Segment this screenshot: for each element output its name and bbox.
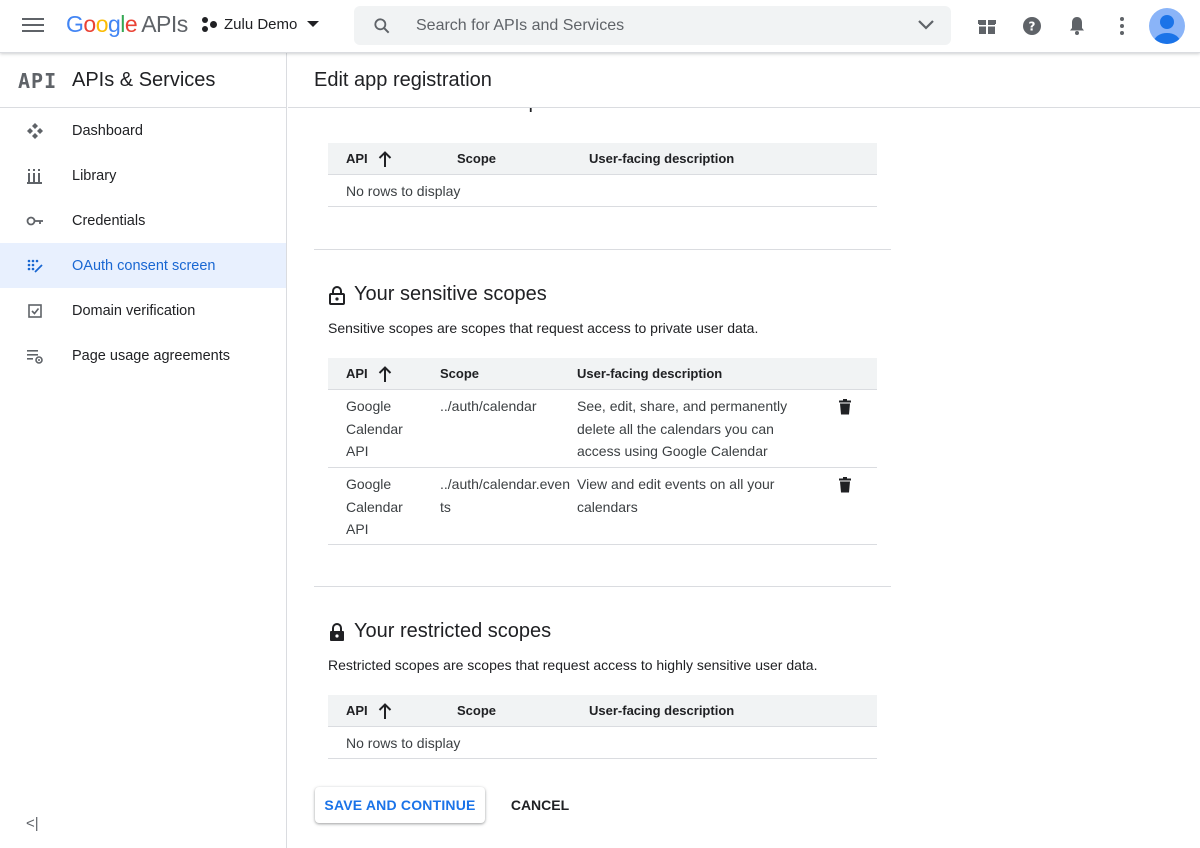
column-header-description: User-facing description [589, 703, 735, 718]
collapse-sidebar-button[interactable]: <| [26, 815, 39, 832]
non-sensitive-scopes-table: API Scope User-facing description No row… [328, 143, 877, 207]
sensitive-scopes-table: API Scope User-facing description Google… [328, 358, 877, 545]
search-input[interactable] [416, 6, 886, 45]
column-header-scope: Scope [457, 151, 497, 166]
sort-arrow-up-icon[interactable] [378, 702, 392, 720]
sidebar-item-label: OAuth consent screen [72, 257, 216, 274]
table-row: Google Calendar API ../auth/calendar.eve… [328, 468, 877, 545]
column-header-description: User-facing description [589, 151, 735, 166]
dashboard-icon [27, 123, 43, 139]
sensitive-scopes-description: Sensitive scopes are scopes that request… [328, 320, 759, 336]
google-apis-logo[interactable]: Google APIs [66, 11, 188, 38]
sidebar: API APIs & Services Dashboard Library Cr… [0, 53, 287, 848]
sort-arrow-up-icon[interactable] [378, 150, 392, 168]
avatar-person-icon [1154, 15, 1180, 44]
sidebar-header: API APIs & Services [0, 53, 286, 108]
table-header: API Scope User-facing description [328, 358, 877, 390]
cell-scope: ../auth/calendar [440, 398, 537, 414]
empty-message: No rows to display [346, 735, 461, 751]
empty-row: No rows to display [328, 175, 877, 207]
column-header-api[interactable]: API [346, 366, 368, 381]
empty-message: No rows to display [346, 183, 461, 199]
lock-open-icon [329, 285, 345, 305]
cell-api: Google Calendar API [346, 476, 403, 537]
restricted-scopes-section-title: Your restricted scopes [328, 620, 551, 643]
cell-api: Google Calendar API [346, 398, 403, 459]
page-header: Edit app registration [288, 53, 1200, 108]
table-header: API Scope User-facing description [328, 695, 877, 727]
more-vert-icon[interactable] [1110, 14, 1134, 38]
notifications-icon[interactable] [1065, 14, 1089, 38]
project-name: Zulu Demo [224, 15, 298, 33]
cell-description: See, edit, share, and permanently delete… [577, 398, 788, 459]
sensitive-scopes-section-title: Your sensitive scopes [328, 283, 547, 306]
project-selector[interactable]: Zulu Demo [200, 15, 320, 33]
sidebar-item-label: Library [72, 167, 117, 184]
sidebar-item-domain-verification[interactable]: Domain verification [0, 288, 286, 333]
column-header-api[interactable]: API [346, 703, 368, 718]
cancel-button[interactable]: CANCEL [500, 787, 580, 823]
table-row: Google Calendar API ../auth/calendar See… [328, 390, 877, 468]
section-title-text: Your sensitive scopes [354, 283, 547, 305]
save-and-continue-button[interactable]: SAVE AND CONTINUE [315, 787, 485, 823]
main-content: Edit app registration Your non-sensitive… [288, 53, 1200, 848]
sidebar-item-library[interactable]: Library [0, 153, 286, 198]
oauth-icon [27, 259, 43, 273]
section-divider [314, 586, 891, 587]
sidebar-item-label: Domain verification [72, 302, 196, 319]
empty-row: No rows to display [328, 727, 877, 759]
delete-icon[interactable] [836, 476, 854, 494]
search-bar[interactable] [354, 6, 951, 45]
cell-scope: ../auth/calendar.events [440, 476, 570, 515]
sidebar-title: APIs & Services [72, 69, 216, 91]
lock-icon [330, 622, 344, 641]
help-icon[interactable]: ? [1020, 14, 1044, 38]
column-header-description: User-facing description [577, 366, 723, 381]
account-avatar[interactable] [1149, 8, 1185, 44]
main-menu-icon[interactable] [22, 14, 48, 40]
project-icon [200, 15, 218, 33]
restricted-scopes-table: API Scope User-facing description No row… [328, 695, 877, 759]
delete-icon[interactable] [836, 398, 854, 416]
api-logo-icon: API [18, 69, 58, 93]
key-icon [26, 216, 43, 226]
sidebar-item-label: Credentials [72, 212, 146, 229]
column-header-scope: Scope [440, 366, 480, 381]
column-header-scope: Scope [457, 703, 497, 718]
search-icon [374, 18, 390, 34]
restricted-scopes-description: Restricted scopes are scopes that reques… [328, 657, 818, 673]
sidebar-item-page-usage-agreements[interactable]: Page usage agreements [0, 333, 286, 378]
cell-description: View and edit events on all your calenda… [577, 476, 775, 515]
library-icon [27, 169, 42, 184]
section-divider [314, 249, 891, 250]
checkbox-icon [28, 304, 42, 318]
sidebar-item-label: Page usage agreements [72, 347, 230, 364]
table-header: API Scope User-facing description [328, 143, 877, 175]
sidebar-item-oauth-consent-screen[interactable]: OAuth consent screen [0, 243, 286, 288]
section-title-text: Your restricted scopes [354, 620, 552, 642]
chevron-down-icon[interactable] [917, 18, 935, 32]
sort-arrow-up-icon[interactable] [378, 365, 392, 383]
settings-list-icon [27, 350, 43, 364]
chevron-down-icon [307, 21, 320, 27]
page-title: Edit app registration [314, 69, 492, 91]
top-app-bar: GoogleAPIs Zulu Demo ? [0, 0, 1200, 53]
gift-icon[interactable] [975, 14, 999, 38]
column-header-api[interactable]: API [346, 151, 368, 166]
sidebar-item-dashboard[interactable]: Dashboard [0, 108, 286, 153]
sidebar-item-label: Dashboard [72, 122, 143, 139]
sidebar-item-credentials[interactable]: Credentials [0, 198, 286, 243]
svg-text:?: ? [1029, 20, 1036, 34]
